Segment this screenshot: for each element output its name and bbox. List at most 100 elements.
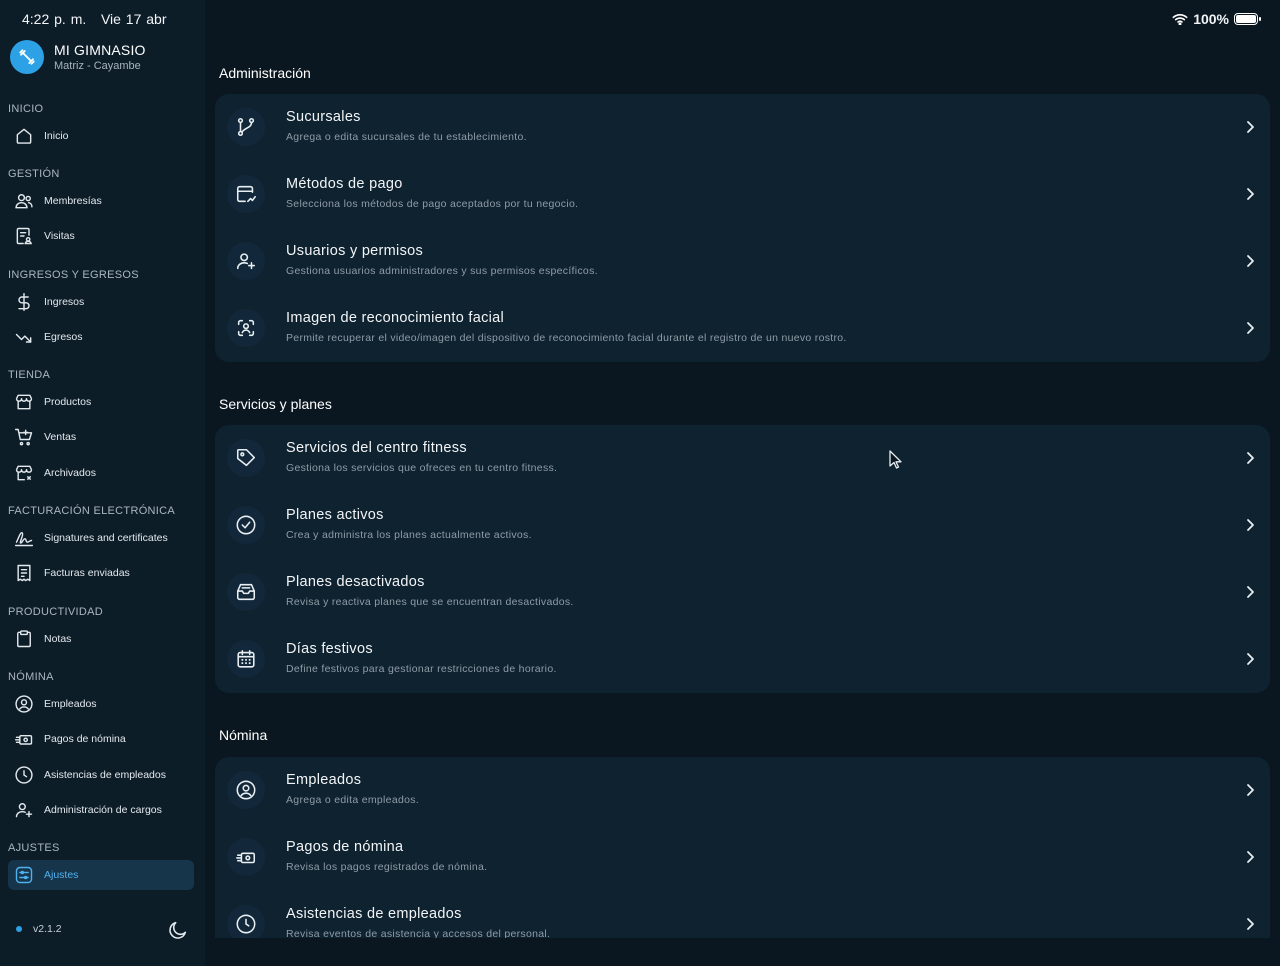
row-title: Planes activos — [286, 507, 384, 523]
section-gestion: GESTIÓN — [8, 168, 60, 180]
group-title-servicios-planes: Servicios y planes — [219, 396, 332, 412]
sidebar-item-membresias[interactable]: Membresías — [8, 186, 194, 216]
chevron-right-icon — [1247, 188, 1254, 200]
sidebar-item-ajustes[interactable]: Ajustes — [8, 860, 194, 890]
row-title: Servicios del centro fitness — [286, 440, 467, 456]
row-title: Imagen de reconocimiento facial — [286, 310, 505, 326]
sidebar-item-cargos[interactable]: Administración de cargos — [8, 795, 194, 825]
store-icon — [15, 394, 33, 410]
chevron-right-icon — [1247, 653, 1254, 665]
user-plus-icon — [227, 242, 265, 280]
settings-row-pagos-nomina[interactable]: Pagos de nómina Revisa los pagos registr… — [215, 824, 1270, 891]
user-plus-icon — [15, 803, 33, 818]
settings-row-planes-activos[interactable]: Planes activos Crea y administra los pla… — [215, 492, 1270, 559]
sidebar-item-archivados[interactable]: Archivados — [8, 458, 194, 488]
user-circle-icon — [15, 695, 33, 713]
row-title: Usuarios y permisos — [286, 243, 424, 259]
status-clock: 4:22 p. m. — [22, 11, 87, 27]
chevron-right-icon — [1247, 322, 1254, 334]
chevron-right-icon — [1247, 784, 1254, 796]
row-title: Empleados — [286, 772, 362, 788]
sidebar-item-egresos[interactable]: Egresos — [8, 322, 194, 352]
user-circle-icon — [227, 771, 265, 809]
row-description: Revisa y reactiva planes que se encuentr… — [286, 596, 574, 608]
sidebar: 4:22 p. m. Vie 17 abr MI GIMNASIO Matriz… — [0, 0, 205, 966]
sidebar-item-pagos-nomina[interactable]: Pagos de nómina — [8, 724, 194, 754]
sidebar-item-empleados[interactable]: Empleados — [8, 689, 194, 719]
sidebar-item-label: Signatures and certificates — [44, 532, 168, 544]
row-description: Permite recuperar el video/imagen del di… — [286, 332, 847, 344]
sidebar-item-label: Visitas — [44, 230, 75, 242]
chevron-right-icon — [1247, 452, 1254, 464]
sidebar-item-label: Facturas enviadas — [44, 567, 130, 579]
sidebar-item-productos[interactable]: Productos — [8, 387, 194, 417]
chevron-right-icon — [1247, 519, 1254, 531]
app-version: v2.1.2 — [16, 923, 62, 935]
dumbbell-logo-icon — [10, 40, 44, 74]
sidebar-item-label: Empleados — [44, 698, 97, 710]
brand[interactable]: MI GIMNASIO Matriz - Cayambe — [10, 40, 146, 74]
sidebar-item-signatures[interactable]: Signatures and certificates — [8, 523, 194, 553]
section-nomina: NÓMINA — [8, 671, 54, 683]
group-title-nomina: Nómina — [219, 727, 268, 743]
sidebar-item-label: Pagos de nómina — [44, 733, 126, 745]
sidebar-item-label: Inicio — [44, 130, 69, 142]
sidebar-item-notas[interactable]: Notas — [8, 624, 194, 654]
theme-toggle-button[interactable] — [160, 912, 196, 948]
settings-row-usuarios-permisos[interactable]: Usuarios y permisos Gestiona usuarios ad… — [215, 228, 1270, 295]
row-description: Gestiona usuarios administradores y sus … — [286, 265, 598, 277]
chevron-right-icon — [1247, 586, 1254, 598]
sidebar-item-facturas[interactable]: Facturas enviadas — [8, 558, 194, 588]
section-facturacion: FACTURACIÓN ELECTRÓNICA — [8, 505, 176, 517]
sidebar-item-label: Productos — [44, 396, 92, 408]
status-dot — [16, 926, 22, 932]
sidebar-item-label: Ajustes — [44, 869, 79, 881]
settings-row-empleados[interactable]: Empleados Agrega o edita empleados. — [215, 757, 1270, 824]
clock-icon — [15, 766, 33, 784]
row-title: Asistencias de empleados — [286, 906, 462, 922]
dollar-icon — [18, 292, 30, 312]
payment-icon — [227, 175, 265, 213]
settings-row-sucursales[interactable]: Sucursales Agrega o edita sucursales de … — [215, 94, 1270, 161]
cash-icon — [227, 838, 265, 876]
battery-percent: 100% — [1193, 11, 1229, 27]
sidebar-item-label: Administración de cargos — [44, 804, 162, 816]
settings-row-servicios[interactable]: Servicios del centro fitness Gestiona lo… — [215, 425, 1270, 492]
section-ajustes: AJUSTES — [8, 842, 60, 854]
row-title: Días festivos — [286, 641, 373, 657]
settings-row-metodos-pago[interactable]: Métodos de pago Selecciona los métodos d… — [215, 161, 1270, 228]
version-label: v2.1.2 — [33, 923, 62, 935]
section-ingresos-egresos: INGRESOS Y EGRESOS — [8, 269, 139, 281]
face-scan-icon — [227, 309, 265, 347]
visit-log-icon — [16, 227, 32, 245]
section-tienda: TIENDA — [8, 369, 51, 381]
sidebar-item-ingresos[interactable]: Ingresos — [8, 287, 194, 317]
settings-row-reconocimiento-facial[interactable]: Imagen de reconocimiento facial Permite … — [215, 295, 1270, 362]
moon-icon — [169, 921, 187, 939]
brand-name: MI GIMNASIO — [54, 42, 146, 58]
status-time: 4:22 p. m. Vie 17 abr — [22, 11, 167, 27]
sidebar-item-label: Membresías — [44, 195, 102, 207]
sidebar-item-label: Archivados — [44, 467, 96, 479]
home-icon — [16, 128, 32, 144]
card-administracion: Sucursales Agrega o edita sucursales de … — [215, 94, 1270, 362]
settings-row-planes-desactivados[interactable]: Planes desactivados Revisa y reactiva pl… — [215, 559, 1270, 626]
sidebar-item-visitas[interactable]: Visitas — [8, 221, 194, 251]
mouse-pointer-icon — [889, 450, 902, 469]
branch-icon — [227, 108, 265, 146]
row-title: Pagos de nómina — [286, 839, 404, 855]
trend-down-icon — [15, 333, 32, 343]
settings-row-dias-festivos[interactable]: Días festivos Define festivos para gesti… — [215, 626, 1270, 693]
sidebar-item-asistencias[interactable]: Asistencias de empleados — [8, 760, 194, 790]
row-description: Agrega o edita sucursales de tu establec… — [286, 131, 527, 143]
card-servicios-planes: Servicios del centro fitness Gestiona lo… — [215, 425, 1270, 693]
sidebar-item-label: Ingresos — [44, 296, 85, 308]
row-description: Gestiona los servicios que ofreces en tu… — [286, 462, 558, 474]
status-indicators: 100% — [1172, 11, 1261, 27]
chevron-right-icon — [1247, 851, 1254, 863]
sidebar-item-inicio[interactable]: Inicio — [8, 121, 194, 151]
receipt-icon — [17, 564, 31, 582]
tag-icon — [227, 439, 265, 477]
sidebar-item-ventas[interactable]: Ventas — [8, 422, 194, 452]
sidebar-item-label: Notas — [44, 633, 72, 645]
